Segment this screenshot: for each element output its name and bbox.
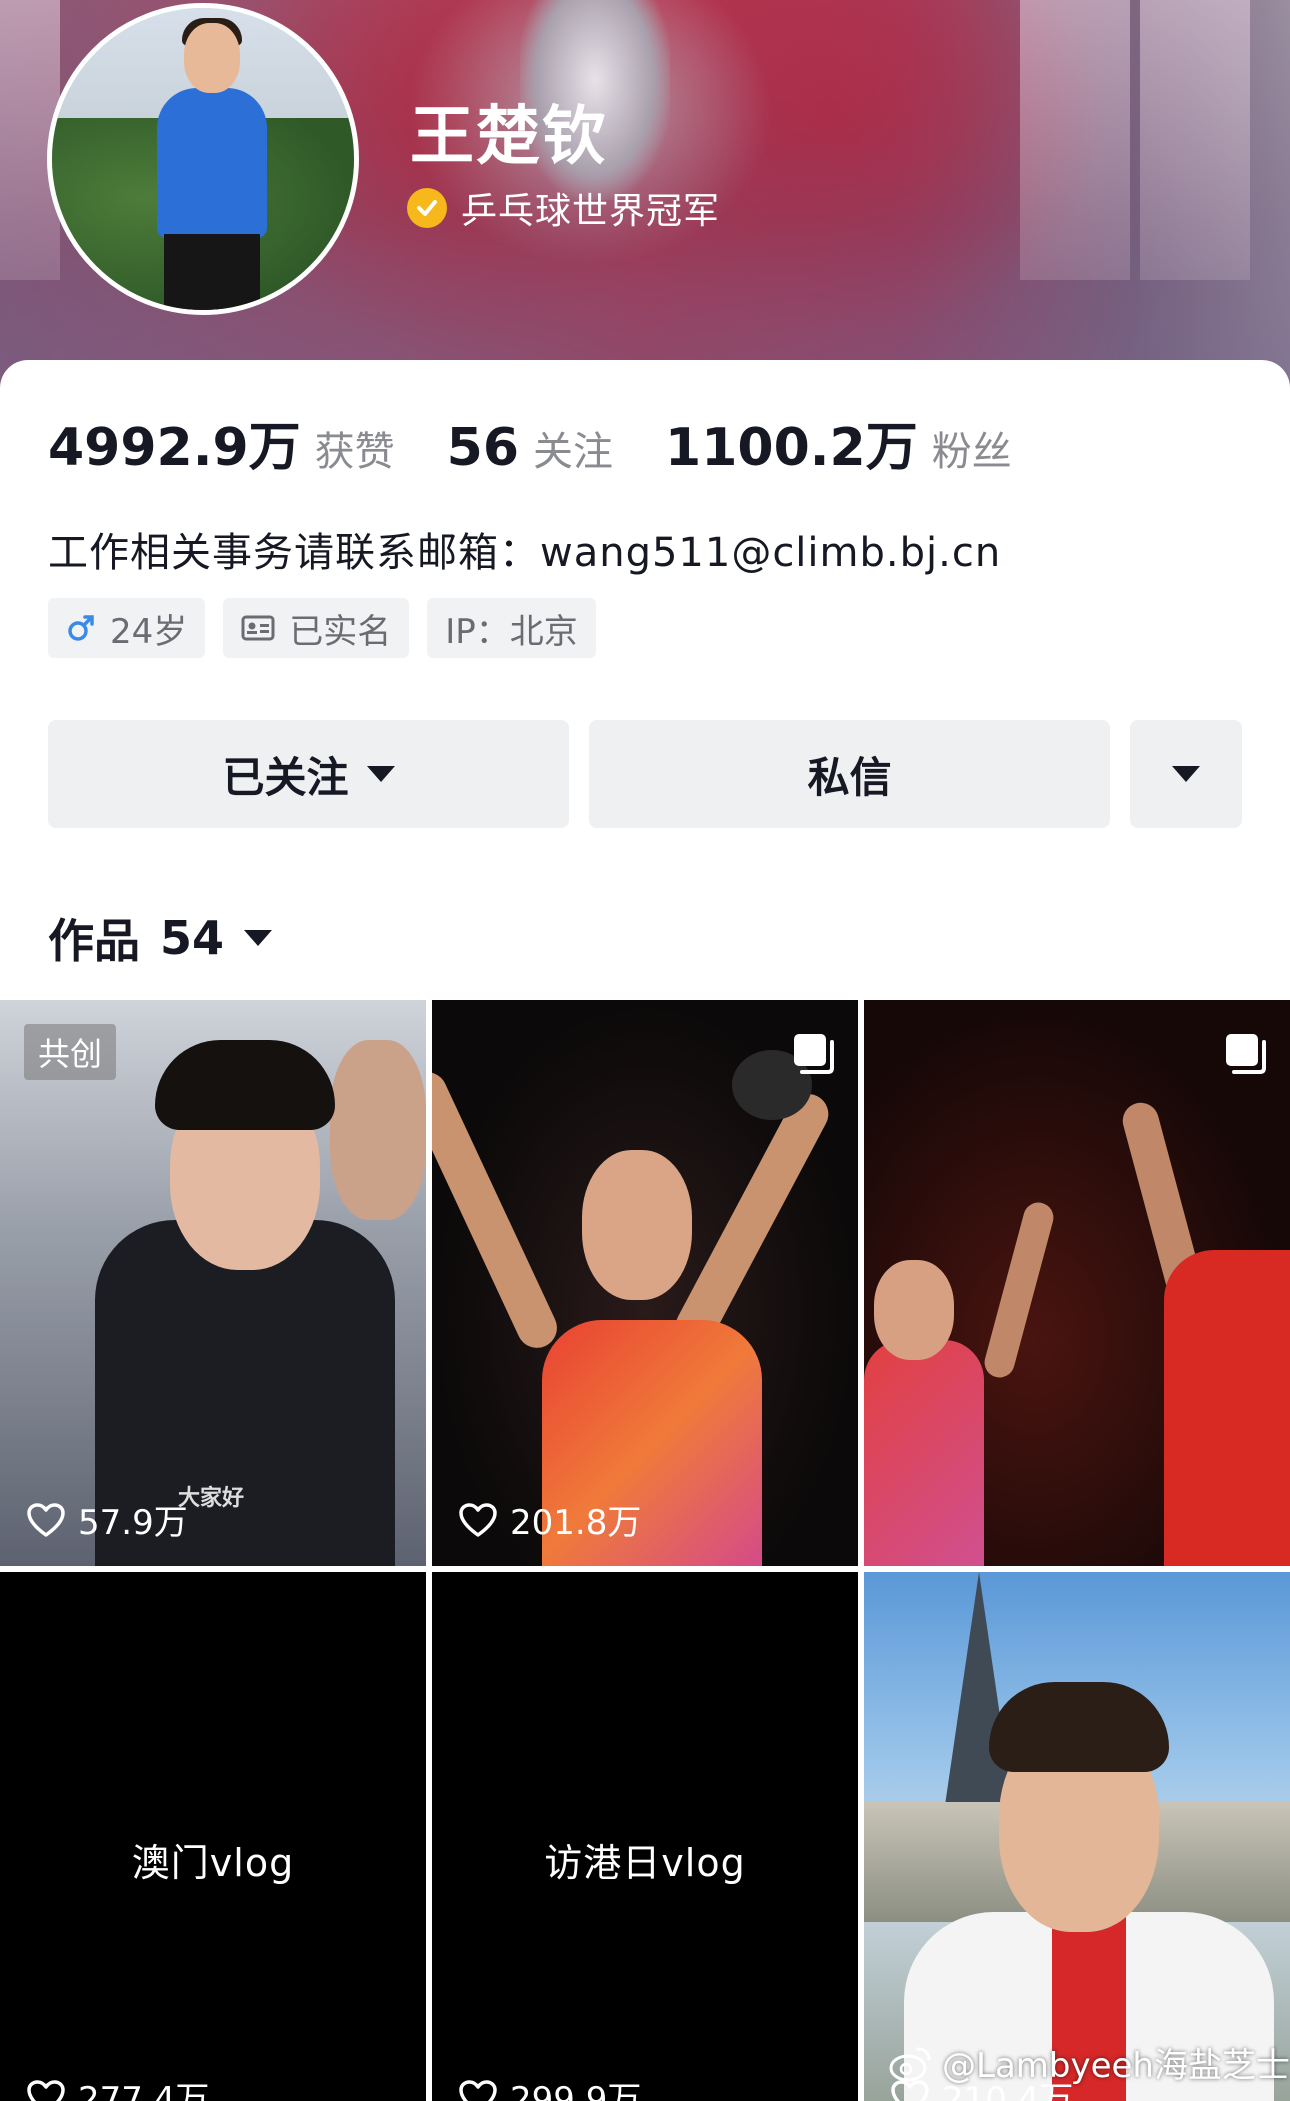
stat-label: 获赞 (314, 429, 395, 475)
works-label: 作品 (48, 914, 140, 968)
following-button-label: 已关注 (222, 752, 349, 802)
more-button[interactable] (1130, 720, 1242, 828)
tag-realname: 已实名 (223, 598, 410, 658)
banner-background-panel (1140, 0, 1250, 280)
male-icon (66, 613, 96, 643)
avatar[interactable] (47, 3, 359, 315)
profile-card: 4992.9万 获赞 56 关注 1100.2万 粉丝 工作相关事务请联系邮箱：… (0, 360, 1290, 1000)
video-likes: 57.9万 (26, 1495, 188, 1544)
age-label: 24岁 (110, 611, 188, 652)
video-thumbnail[interactable]: 210.4万 (864, 1572, 1290, 2101)
multi-image-icon (1226, 1034, 1266, 1074)
caret-down-icon (366, 766, 395, 782)
stats-row: 4992.9万 获赞 56 关注 1100.2万 粉丝 (48, 405, 1064, 480)
tag-ip: IP：北京 (427, 598, 596, 658)
video-thumbnail[interactable]: 澳门vlog 277.4万 (0, 1572, 426, 2101)
tag-age: 24岁 (48, 598, 206, 658)
video-overlay-text: 大家好 (178, 1486, 245, 1511)
ip-label: IP：北京 (445, 611, 578, 652)
weibo-watermark: @Lambyeeh海盐芝士 (888, 2038, 1290, 2087)
watermark-text: @Lambyeeh海盐芝士 (942, 2046, 1290, 2086)
bio-text: 工作相关事务请联系邮箱：wang511@climb.bj.cn (48, 530, 1002, 576)
stat-following[interactable]: 56 关注 (447, 418, 613, 478)
video-likes: 277.4万 (26, 2072, 209, 2101)
video-likes: 299.9万 (458, 2072, 641, 2101)
video-title: 澳门vlog (131, 1841, 295, 1885)
realname-label: 已实名 (289, 611, 392, 652)
video-thumbnail[interactable]: 201.8万 (432, 1000, 858, 1566)
video-title: 访港日vlog (544, 1841, 746, 1885)
verified-row: 乒乓球世界冠军 (407, 182, 720, 234)
works-tab[interactable]: 作品 54 (48, 905, 273, 971)
heart-icon (27, 2079, 65, 2101)
profile-name: 王楚钦 (410, 100, 608, 174)
banner-background-panel (1020, 0, 1130, 280)
likes-count: 57.9万 (78, 1503, 188, 1543)
heart-icon (459, 1502, 497, 1537)
stat-likes[interactable]: 4992.9万 获赞 (48, 405, 395, 480)
caret-down-icon (244, 930, 273, 946)
likes-count: 277.4万 (78, 2080, 210, 2101)
video-thumbnail[interactable] (864, 1000, 1290, 1566)
stat-value: 4992.9万 (48, 418, 301, 478)
multi-image-icon (794, 1034, 834, 1074)
video-likes: 201.8万 (458, 1495, 641, 1544)
heart-icon (27, 1502, 65, 1537)
likes-count: 299.9万 (510, 2080, 642, 2101)
profile-tags: 24岁 已实名 IP：北京 (48, 598, 614, 658)
heart-icon (459, 2079, 497, 2101)
message-button-label: 私信 (807, 752, 892, 802)
stat-followers[interactable]: 1100.2万 粉丝 (665, 405, 1012, 480)
id-card-icon (241, 614, 275, 642)
video-thumbnail[interactable]: 共创 大家好 57.9万 (0, 1000, 426, 1566)
stat-value: 56 (446, 418, 520, 478)
verified-check-icon (407, 188, 447, 228)
weibo-icon (889, 2047, 931, 2081)
following-button[interactable]: 已关注 (48, 720, 570, 828)
stat-value: 1100.2万 (665, 418, 918, 478)
message-button[interactable]: 私信 (589, 720, 1111, 828)
action-buttons: 已关注 私信 (48, 720, 1242, 828)
caret-down-icon (1172, 766, 1201, 782)
collab-badge: 共创 (24, 1024, 117, 1080)
video-thumbnail[interactable]: 访港日vlog 299.9万 (432, 1572, 858, 2101)
verified-title: 乒乓球世界冠军 (461, 191, 721, 232)
likes-count: 201.8万 (510, 1503, 642, 1543)
video-grid: 共创 大家好 57.9万 201.8万 澳门vlog 277.4万 访港日vlo… (0, 1000, 1290, 2101)
works-count: 54 (160, 911, 225, 965)
stat-label: 粉丝 (931, 429, 1012, 475)
stat-label: 关注 (533, 429, 614, 475)
